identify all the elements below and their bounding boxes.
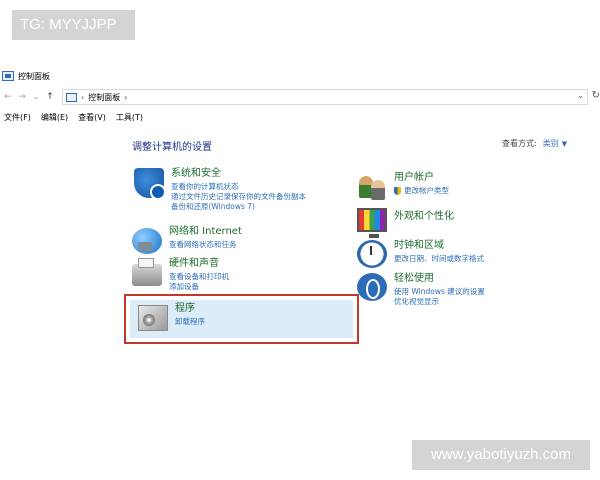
address-path[interactable]: 控制面板: [88, 92, 120, 103]
category-title-programs[interactable]: 程序: [175, 303, 205, 315]
menu-edit[interactable]: 编辑(E): [41, 112, 68, 123]
printer-icon: [132, 258, 162, 286]
up-arrow-icon[interactable]: ↑: [44, 92, 56, 102]
category-system-security: 系统和安全 查看你的计算机状态 通过文件历史记录保存你的文件备份副本 备份和还原…: [132, 168, 306, 212]
category-hardware-sound: 硬件和声音 查看设备和打印机 添加设备: [132, 258, 229, 292]
category-title-ease-of-access[interactable]: 轻松使用: [394, 273, 485, 285]
link-change-account-type[interactable]: 更改帐户类型: [394, 186, 449, 196]
user-accounts-icon: [357, 172, 387, 200]
address-dropdown-icon[interactable]: ⌄: [577, 91, 584, 100]
network-globe-icon: [132, 228, 162, 254]
category-ease-of-access: 轻松使用 使用 Windows 建议的设置 优化视觉显示: [357, 273, 485, 307]
link-view-computer-status[interactable]: 查看你的计算机状态: [171, 182, 306, 192]
link-network-status[interactable]: 查看网络状态和任务: [169, 240, 242, 250]
programs-icon: [138, 305, 168, 331]
shield-icon: [134, 168, 166, 200]
appearance-display-icon: [357, 208, 387, 238]
navigation-bar: ← → ⌄ ↑ › 控制面板 › ⌄ ↻: [0, 89, 600, 105]
back-arrow-icon[interactable]: ←: [2, 92, 14, 102]
link-backup-restore[interactable]: 备份和还原(Windows 7): [171, 202, 306, 212]
ease-of-access-icon: [357, 273, 387, 301]
link-devices-printers[interactable]: 查看设备和打印机: [169, 272, 229, 282]
category-network-internet: 网络和 Internet 查看网络状态和任务: [132, 226, 242, 254]
category-title-hardware-sound[interactable]: 硬件和声音: [169, 258, 229, 270]
link-optimize-visual-display[interactable]: 优化视觉显示: [394, 297, 485, 307]
category-title-user-accounts[interactable]: 用户帐户: [394, 172, 449, 184]
uac-shield-icon: [394, 187, 401, 195]
view-by-label: 查看方式:: [502, 139, 537, 148]
category-title-network-internet[interactable]: 网络和 Internet: [169, 226, 242, 238]
category-title-clock-region[interactable]: 时钟和区域: [394, 240, 484, 252]
link-add-device[interactable]: 添加设备: [169, 282, 229, 292]
category-programs: 程序 卸载程序: [134, 303, 205, 331]
menu-tools[interactable]: 工具(T): [116, 112, 143, 123]
menu-file[interactable]: 文件(F): [4, 112, 31, 123]
link-uninstall-program[interactable]: 卸载程序: [175, 317, 205, 327]
watermark-top: TG: MYYJJPP: [12, 10, 135, 40]
link-recommended-settings[interactable]: 使用 Windows 建议的设置: [394, 287, 485, 297]
recent-locations-icon[interactable]: ⌄: [30, 92, 42, 102]
title-bar: 控制面板: [0, 68, 600, 84]
category-title-system-security[interactable]: 系统和安全: [171, 168, 306, 180]
category-title-appearance[interactable]: 外观和个性化: [394, 211, 454, 223]
link-change-date-time-format[interactable]: 更改日期、时间或数字格式: [394, 254, 484, 264]
forward-arrow-icon[interactable]: →: [16, 92, 28, 102]
refresh-icon[interactable]: ↻: [592, 90, 600, 101]
link-change-account-type-label[interactable]: 更改帐户类型: [404, 186, 449, 196]
control-panel-icon: [2, 71, 14, 81]
category-user-accounts: 用户帐户 更改帐户类型: [357, 172, 449, 200]
link-file-history-backup[interactable]: 通过文件历史记录保存你的文件备份副本: [171, 192, 306, 202]
address-control-panel-icon: [66, 92, 77, 102]
address-separator: ›: [81, 92, 85, 102]
watermark-bottom: www.yabotiyuzh.com: [412, 440, 590, 470]
view-by: 查看方式: 类别 ▼: [502, 138, 567, 149]
address-bar[interactable]: › 控制面板 › ⌄: [62, 89, 588, 105]
menu-bar: 文件(F) 编辑(E) 查看(V) 工具(T): [0, 111, 149, 123]
view-by-dropdown[interactable]: 类别: [543, 138, 559, 149]
category-appearance: 外观和个性化: [357, 206, 454, 238]
clock-icon: [357, 240, 387, 268]
view-by-arrow-icon[interactable]: ▼: [562, 140, 567, 148]
address-separator-end[interactable]: ›: [124, 93, 127, 102]
menu-view[interactable]: 查看(V): [78, 112, 106, 123]
page-title: 调整计算机的设置: [132, 142, 212, 153]
category-clock-region: 时钟和区域 更改日期、时间或数字格式: [357, 240, 484, 268]
window-title: 控制面板: [18, 71, 50, 81]
